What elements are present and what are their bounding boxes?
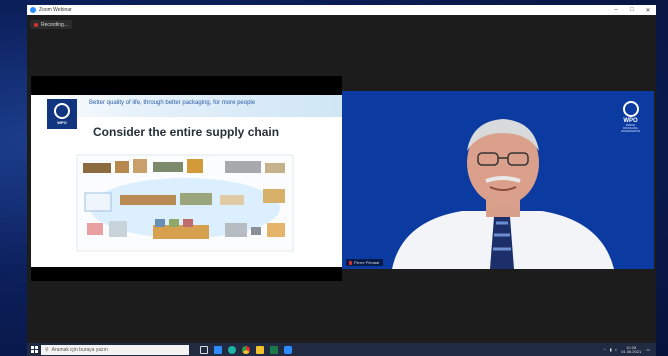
- taskbar-search[interactable]: ⚲ Aramak için buraya yazın: [41, 344, 189, 355]
- slide-tagline: Better quality of life, through better p…: [89, 100, 256, 106]
- presentation-slide: WPO Better quality of life, through bett…: [31, 95, 342, 267]
- windows-taskbar: ⚲ Aramak için buraya yazın ^ ▮ ◖ 10:28 0…: [27, 343, 656, 356]
- start-button[interactable]: [27, 343, 41, 356]
- edge-icon[interactable]: [228, 345, 236, 354]
- windows-icon: [30, 346, 38, 353]
- excel-icon[interactable]: [270, 345, 278, 354]
- wpo-video-logo: WPO WORLD PACKAGING ORGANISATION: [621, 101, 640, 133]
- speaker-figure: [392, 119, 614, 269]
- title-bar: Zoom Webinar – □ ✕: [27, 5, 656, 15]
- participant-name-tag: Pierre Pienaar: [346, 259, 383, 266]
- maximize-button[interactable]: □: [624, 7, 640, 13]
- mic-muted-icon: [349, 260, 352, 265]
- zoom-icon: [30, 7, 36, 13]
- file-explorer-icon[interactable]: [256, 345, 264, 354]
- chevron-up-icon[interactable]: ^: [604, 347, 606, 352]
- slide-title: Consider the entire supply chain: [93, 125, 280, 139]
- supply-chain-diagram: [76, 154, 294, 252]
- search-icon: ⚲: [45, 346, 49, 353]
- minimize-button[interactable]: –: [608, 7, 624, 13]
- close-button[interactable]: ✕: [640, 7, 656, 14]
- clock[interactable]: 10:28 01.06.2021: [621, 345, 641, 354]
- zoom-window: Zoom Webinar – □ ✕ Recording... WPO Bett…: [27, 5, 656, 343]
- network-icon[interactable]: ▮: [610, 347, 612, 352]
- notification-icon[interactable]: ▭: [646, 347, 650, 352]
- store-icon[interactable]: [214, 345, 222, 354]
- globe-icon: [54, 103, 70, 119]
- recording-indicator[interactable]: Recording...: [30, 20, 72, 29]
- chrome-icon[interactable]: [242, 345, 250, 354]
- search-placeholder: Aramak için buraya yazın: [51, 346, 108, 353]
- globe-icon: [622, 101, 639, 117]
- record-icon: [34, 22, 38, 27]
- system-tray: ^ ▮ ◖ 10:28 01.06.2021 ▭: [604, 345, 656, 354]
- recording-label: Recording...: [41, 21, 68, 28]
- volume-icon[interactable]: ◖: [615, 347, 617, 352]
- task-view-icon[interactable]: [200, 345, 208, 354]
- window-title: Zoom Webinar: [39, 7, 72, 13]
- slide-header: [31, 95, 342, 117]
- wpo-slide-logo: WPO: [47, 99, 77, 129]
- participant-video[interactable]: WPO WORLD PACKAGING ORGANISATION Pierre …: [342, 91, 654, 269]
- zoom-taskbar-icon[interactable]: [284, 345, 292, 354]
- screen-share-panel: WPO Better quality of life, through bett…: [31, 76, 342, 281]
